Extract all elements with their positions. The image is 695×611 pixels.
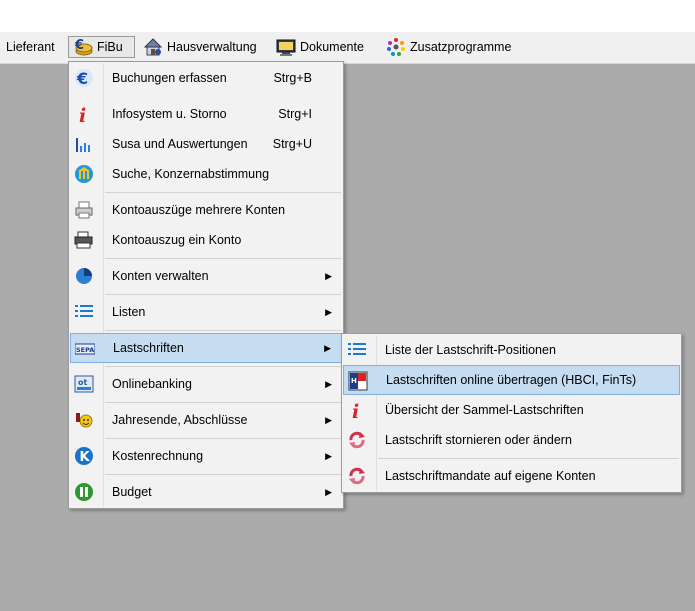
submenu-arrow-icon: ▶ <box>325 486 332 497</box>
printer-icon <box>74 200 94 220</box>
menu-item-label: Budget <box>112 485 152 499</box>
fibu-dropdown: € Buchungen erfassen Strg+B i Infosystem… <box>68 61 344 509</box>
menu-item-label: Lastschriftmandate auf eigene Konten <box>385 469 596 483</box>
menu-item-label: Susa und Auswertungen <box>112 137 248 151</box>
menu-item-kontoauszug[interactable]: Kontoauszug ein Konto <box>70 225 342 255</box>
menu-item-label: Onlinebanking <box>112 377 192 391</box>
menu-item-budget[interactable]: Budget ▶ <box>70 477 342 507</box>
menu-item-label: Kostenrechnung <box>112 449 204 463</box>
menu-item-label: Suche, Konzernabstimmung <box>112 167 270 181</box>
menu-separator <box>105 330 341 331</box>
menu-item-shortcut: Strg+U <box>272 137 312 151</box>
menu-item-kostenrechnung[interactable]: K Kostenrechnung ▶ <box>70 441 342 471</box>
submenu-item-stornieren[interactable]: Lastschrift stornieren oder ändern <box>343 425 680 455</box>
menu-item-buchungen-erfassen[interactable]: € Buchungen erfassen Strg+B <box>70 63 342 93</box>
info-icon: i <box>347 400 367 420</box>
online-banking-icon: ot <box>74 374 94 394</box>
menu-separator <box>378 458 679 459</box>
menu-lieferant-label: Lieferant <box>6 40 55 54</box>
svg-text:SEPA: SEPA <box>76 346 94 354</box>
menu-separator <box>105 438 341 439</box>
k-circle-icon: K <box>74 446 94 466</box>
menu-item-label: Konten verwalten <box>112 269 209 283</box>
svg-text:i: i <box>352 401 359 420</box>
bank-icon <box>74 164 94 184</box>
menu-hausverwaltung-label: Hausverwaltung <box>167 40 257 54</box>
submenu-arrow-icon: ▶ <box>325 450 332 461</box>
hbci-icon: H <box>348 371 368 391</box>
svg-text:i: i <box>79 105 86 124</box>
menu-zusatzprogramme-label: Zusatzprogramme <box>410 40 512 54</box>
menu-item-susa[interactable]: Susa und Auswertungen Strg+U <box>70 129 342 159</box>
svg-text:€: € <box>74 38 84 53</box>
menu-item-suche[interactable]: Suche, Konzernabstimmung <box>70 159 342 189</box>
lastschriften-submenu: Liste der Lastschrift-Positionen H Lasts… <box>341 333 682 493</box>
budget-icon <box>74 482 94 502</box>
menu-separator <box>105 192 341 193</box>
menu-separator <box>105 474 341 475</box>
menu-item-lastschriften[interactable]: SEPA Lastschriften ▶ <box>70 333 342 363</box>
submenu-item-uebersicht[interactable]: i Übersicht der Sammel-Lastschriften <box>343 395 680 425</box>
menu-fibu[interactable]: € FiBu <box>68 36 135 58</box>
menu-item-konten-verwalten[interactable]: Konten verwalten ▶ <box>70 261 342 291</box>
menu-item-label: Lastschrift stornieren oder ändern <box>385 433 572 447</box>
list-icon <box>347 340 367 360</box>
printer-stack-icon <box>74 230 94 250</box>
menu-item-label: Buchungen erfassen <box>112 71 227 85</box>
submenu-item-mandate[interactable]: Lastschriftmandate auf eigene Konten <box>343 461 680 491</box>
svg-text:K: K <box>80 450 91 465</box>
pie-icon <box>74 266 94 286</box>
menu-item-label: Übersicht der Sammel-Lastschriften <box>385 403 584 417</box>
menu-item-infosystem[interactable]: i Infosystem u. Storno Strg+I <box>70 99 342 129</box>
menu-fibu-label: FiBu <box>97 40 123 54</box>
bar-chart-icon <box>74 134 94 154</box>
menu-hausverwaltung[interactable]: Hausverwaltung <box>139 36 261 58</box>
menu-item-label: Infosystem u. Storno <box>112 107 227 121</box>
title-area <box>0 0 695 32</box>
menu-item-jahresende[interactable]: Jahresende, Abschlüsse ▶ <box>70 405 342 435</box>
submenu-arrow-icon: ▶ <box>325 270 332 281</box>
submenu-arrow-icon: ▶ <box>324 342 331 353</box>
menu-item-shortcut: Strg+B <box>273 71 312 85</box>
menu-dokumente[interactable]: Dokumente <box>272 36 368 58</box>
menu-item-label: Kontoauszug ein Konto <box>112 233 242 247</box>
submenu-arrow-icon: ▶ <box>325 378 332 389</box>
menu-item-label: Liste der Lastschrift-Positionen <box>385 343 556 357</box>
submenu-item-online-uebertragen[interactable]: H Lastschriften online übertragen (HBCI,… <box>343 365 680 395</box>
menu-item-label: Listen <box>112 305 146 319</box>
euro-coins-icon: € <box>73 37 93 57</box>
menu-dokumente-label: Dokumente <box>300 40 364 54</box>
svg-text:H: H <box>351 377 357 385</box>
menu-separator <box>105 294 341 295</box>
submenu-item-liste[interactable]: Liste der Lastschrift-Positionen <box>343 335 680 365</box>
menu-separator <box>105 258 341 259</box>
colorful-dots-icon <box>386 37 406 57</box>
refresh-icon <box>347 430 367 450</box>
menu-item-shortcut: Strg+I <box>278 107 312 121</box>
menu-item-label: Lastschriften online übertragen (HBCI, F… <box>386 373 637 387</box>
menu-item-label: Lastschriften <box>113 341 184 355</box>
svg-text:€: € <box>76 69 88 88</box>
refresh-icon <box>347 466 367 486</box>
menu-bar: Lieferant € FiBu Hausverwaltung Dokument… <box>0 32 695 64</box>
submenu-arrow-icon: ▶ <box>325 414 332 425</box>
house-icon <box>143 37 163 57</box>
menu-separator <box>105 402 341 403</box>
menu-item-label: Jahresende, Abschlüsse <box>112 413 248 427</box>
menu-item-onlinebanking[interactable]: ot Onlinebanking ▶ <box>70 369 342 399</box>
menu-zusatzprogramme[interactable]: Zusatzprogramme <box>382 36 515 58</box>
sepa-icon: SEPA <box>75 339 95 359</box>
info-icon: i <box>74 104 94 124</box>
celebration-icon <box>74 410 94 430</box>
submenu-arrow-icon: ▶ <box>325 306 332 317</box>
euro-icon: € <box>74 68 94 88</box>
menu-item-listen[interactable]: Listen ▶ <box>70 297 342 327</box>
monitor-document-icon <box>276 37 296 57</box>
menu-lieferant[interactable]: Lieferant <box>2 36 59 58</box>
menu-item-kontoauszuege[interactable]: Kontoauszüge mehrere Konten <box>70 195 342 225</box>
svg-text:ot: ot <box>78 378 87 387</box>
list-icon <box>74 302 94 322</box>
menu-separator <box>105 366 341 367</box>
menu-item-label: Kontoauszüge mehrere Konten <box>112 203 286 217</box>
